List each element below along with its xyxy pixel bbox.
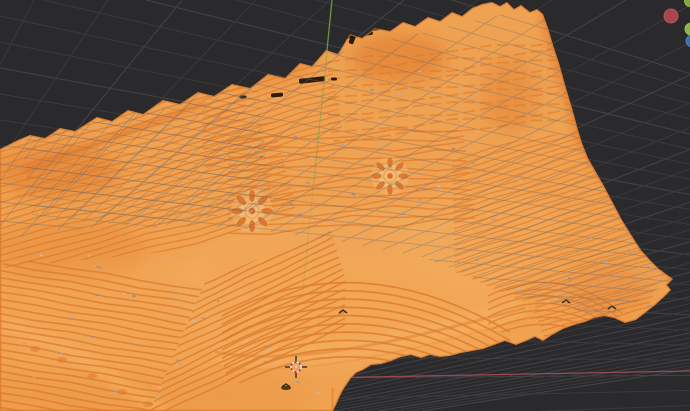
gizmo-axis-ball--x[interactable] — [664, 9, 679, 24]
orange-streak — [332, 388, 334, 411]
3d-viewport[interactable] — [0, 0, 690, 411]
sun-marker — [371, 157, 409, 195]
scene-canvas — [0, 0, 690, 411]
